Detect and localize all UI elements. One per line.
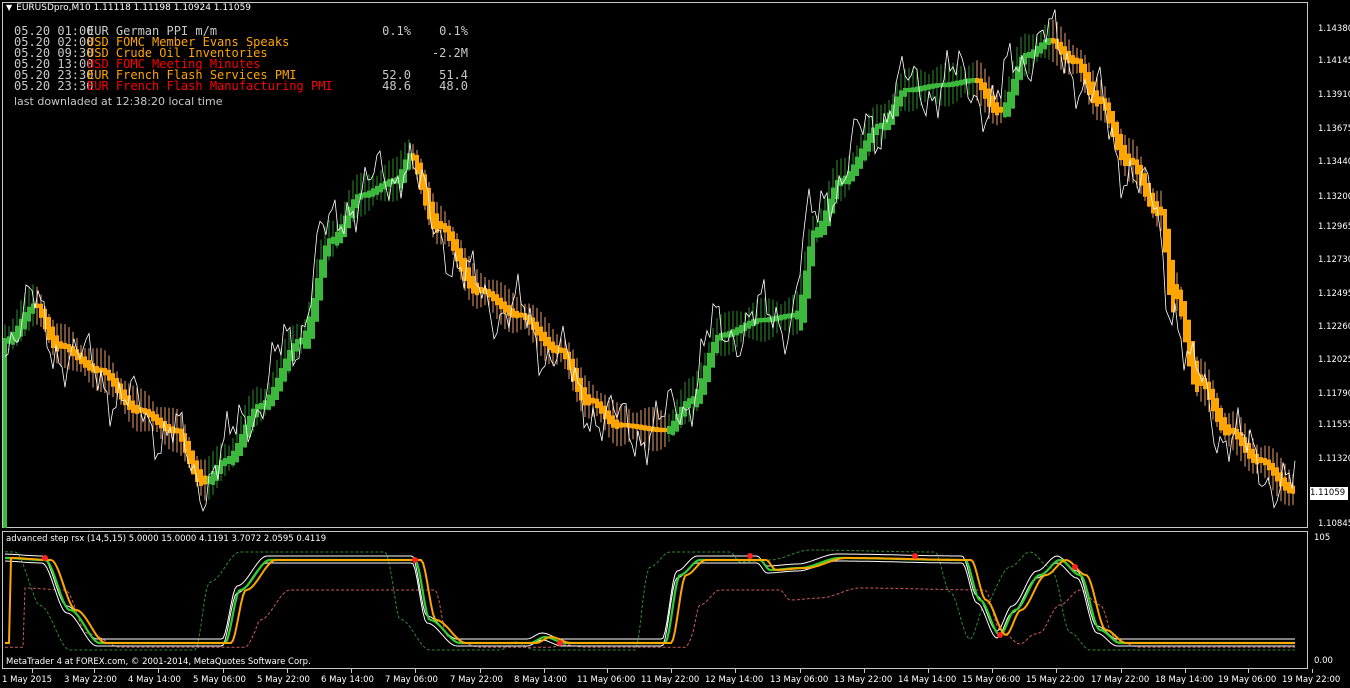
time-tick-label: 5 May 22:00 xyxy=(257,675,310,685)
time-tick-label: 18 May 14:00 xyxy=(1155,675,1214,685)
time-tick-label: 7 May 06:00 xyxy=(385,675,438,685)
time-axis-mark xyxy=(287,669,288,673)
news-forecast: -2.2M xyxy=(431,46,468,60)
price-tick-label: 1.13675 xyxy=(1318,124,1350,134)
time-axis-mark xyxy=(223,669,224,673)
time-tick-label: 15 May 06:00 xyxy=(962,675,1021,685)
price-tick-label: 1.12495 xyxy=(1318,289,1350,299)
time-axis-mark xyxy=(94,669,95,673)
signal-dot xyxy=(997,632,1003,638)
price-tick-label: 1.11790 xyxy=(1318,389,1350,399)
news-actual: 48.6 xyxy=(382,79,411,93)
time-tick-label: 7 May 22:00 xyxy=(450,675,503,685)
signal-dot xyxy=(1072,564,1078,570)
time-axis-mark xyxy=(607,669,608,673)
rsx-white-line xyxy=(4,553,1295,640)
chart-title: ▼ EURUSDpro,M10 1.11118 1.11198 1.10924 1… xyxy=(6,3,251,13)
time-tick-label: 11 May 06:00 xyxy=(577,675,636,685)
time-axis-mark xyxy=(480,669,481,673)
signal-dot xyxy=(912,553,918,559)
time-tick-label: 5 May 06:00 xyxy=(193,675,246,685)
time-tick-label: 6 May 14:00 xyxy=(321,675,374,685)
time-tick-label: 11 May 22:00 xyxy=(641,675,700,685)
time-tick-label: 4 May 14:00 xyxy=(128,675,181,685)
time-axis-mark xyxy=(671,669,672,673)
signal-dot xyxy=(747,553,753,559)
time-axis-mark xyxy=(158,669,159,673)
time-tick-label: 13 May 22:00 xyxy=(834,675,893,685)
news-time: 05.20 23:30 xyxy=(14,79,94,93)
price-tick-label: 1.12025 xyxy=(1318,355,1350,365)
current-price-label: 1.11059 xyxy=(1310,487,1348,500)
time-tick-label: 3 May 22:00 xyxy=(64,675,117,685)
price-tick-label: 1.12730 xyxy=(1318,255,1350,265)
time-axis-mark xyxy=(32,669,33,673)
time-tick-label: 8 May 14:00 xyxy=(514,675,567,685)
indicator-axis-top: 105 xyxy=(1314,533,1331,543)
lower-band-line xyxy=(5,587,1295,648)
time-tick-label: 13 May 06:00 xyxy=(770,675,829,685)
signal-dot xyxy=(412,557,418,563)
time-tick-label: 12 May 14:00 xyxy=(705,675,764,685)
last-downloaded-text: last downladed at 12:38:20 local time xyxy=(14,95,223,108)
time-axis-mark xyxy=(800,669,801,673)
time-axis-mark xyxy=(992,669,993,673)
rsx-green-line xyxy=(5,556,1295,645)
indicator-axis-bottom: 0.00 xyxy=(1314,656,1333,666)
time-axis-mark xyxy=(1185,669,1186,673)
time-axis-mark xyxy=(1248,669,1249,673)
collapse-arrow-icon[interactable]: ▼ xyxy=(6,3,12,12)
price-tick-label: 1.14380 xyxy=(1318,24,1350,34)
price-tick-label: 1.13910 xyxy=(1318,90,1350,100)
time-axis-mark xyxy=(415,669,416,673)
time-axis-mark xyxy=(544,669,545,673)
time-axis-mark xyxy=(735,669,736,673)
symbol-info: EURUSDpro,M10 1.11118 1.11198 1.10924 1.… xyxy=(16,3,252,13)
news-forecast: 0.1% xyxy=(439,24,468,38)
price-tick-label: 1.11555 xyxy=(1318,420,1350,430)
time-axis-mark xyxy=(1312,669,1313,673)
price-tick-label: 1.12260 xyxy=(1318,322,1350,332)
time-axis-mark xyxy=(864,669,865,673)
price-tick-label: 1.14145 xyxy=(1318,56,1350,66)
time-tick-label: 19 May 06:00 xyxy=(1218,675,1277,685)
news-event: EUR French Flash Manufacturing PMI xyxy=(87,79,333,93)
time-tick-label: 14 May 14:00 xyxy=(898,675,957,685)
time-tick-label: 19 May 22:00 xyxy=(1282,675,1341,685)
signal-dot xyxy=(557,640,563,646)
price-tick-label: 1.10845 xyxy=(1318,519,1350,529)
time-axis-mark xyxy=(1056,669,1057,673)
time-axis-mark xyxy=(928,669,929,673)
time-tick-label: 15 May 22:00 xyxy=(1026,675,1085,685)
price-tick-label: 1.13200 xyxy=(1318,192,1350,202)
price-tick-label: 1.12965 xyxy=(1318,222,1350,232)
copyright-text: MetaTrader 4 at FOREX.com, © 2001-2014, … xyxy=(6,657,311,667)
time-tick-label: 17 May 22:00 xyxy=(1091,675,1150,685)
price-tick-label: 1.11320 xyxy=(1318,454,1350,464)
time-axis-mark xyxy=(1121,669,1122,673)
news-forecast: 48.0 xyxy=(439,79,468,93)
signal-dot xyxy=(42,555,48,561)
indicator-label: advanced step rsx (14,5,15) 5.0000 15.00… xyxy=(6,534,327,544)
time-axis-mark xyxy=(351,669,352,673)
time-tick-label: 1 May 2015 xyxy=(2,675,53,685)
news-actual: 0.1% xyxy=(382,24,411,38)
rsx-white-line-2 xyxy=(4,560,1295,647)
price-tick-label: 1.13440 xyxy=(1318,157,1350,167)
